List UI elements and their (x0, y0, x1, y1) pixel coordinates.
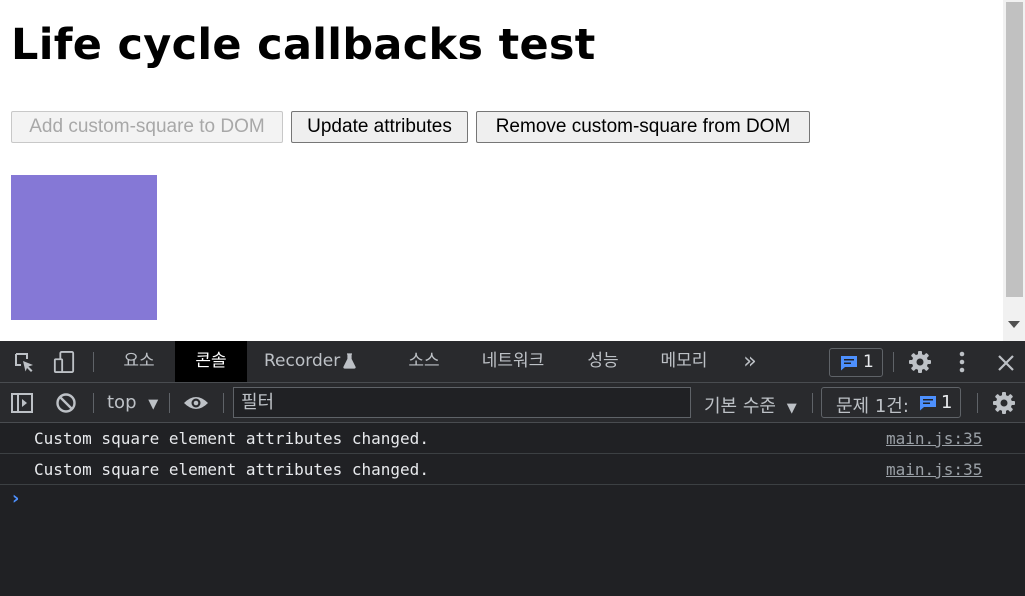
message-icon (920, 396, 936, 411)
device-toolbar-icon[interactable] (52, 351, 76, 373)
prompt-chevron-icon: › (12, 488, 20, 509)
toolbar-divider (93, 352, 94, 372)
console-source-link[interactable]: main.js:35 (886, 429, 982, 448)
issues-counter-button[interactable]: 문제 1건: 1 (821, 387, 961, 418)
console-message-row: Custom square element attributes changed… (0, 454, 1025, 485)
kebab-menu-icon[interactable] (952, 351, 972, 373)
chevron-down-icon: ▼ (148, 397, 159, 412)
remove-custom-square-button[interactable]: Remove custom-square from DOM (476, 111, 810, 143)
page-viewport: Life cycle callbacks test Add custom-squ… (0, 0, 1025, 341)
devtools-tab-bar: 요소 콘솔 Recorder 소스 네트워크 성능 메모리 » 1 (0, 341, 1025, 383)
console-toolbar: top ▼ 기본 수준 ▼ 문제 1건: 1 (0, 383, 1025, 423)
clear-console-icon[interactable] (55, 392, 77, 414)
show-sidebar-icon[interactable] (11, 392, 33, 414)
toolbar-divider (893, 352, 894, 372)
console-filter-input[interactable] (233, 387, 691, 418)
page-title: Life cycle callbacks test (11, 20, 596, 70)
toolbar-divider (977, 393, 978, 413)
custom-square (11, 175, 157, 320)
update-attributes-button[interactable]: Update attributes (291, 111, 468, 143)
console-log-area: Custom square element attributes changed… (0, 423, 1025, 515)
context-selector-value: top (107, 392, 137, 413)
log-level-selector[interactable]: 기본 수준 ▼ (704, 392, 797, 418)
experiment-flask-icon (343, 353, 356, 369)
more-tabs-icon[interactable]: » (738, 341, 762, 382)
add-custom-square-button[interactable]: Add custom-square to DOM (11, 111, 283, 143)
tab-recorder-label: Recorder (264, 351, 341, 371)
console-message-text: Custom square element attributes changed… (34, 429, 429, 448)
live-expression-eye-icon[interactable] (183, 393, 209, 413)
tab-console[interactable]: 콘솔 (175, 341, 247, 382)
toolbar-divider (223, 393, 224, 413)
tab-performance[interactable]: 성능 (570, 341, 636, 382)
log-level-value: 기본 수준 (704, 396, 776, 417)
gear-icon[interactable] (908, 350, 932, 374)
console-message-text: Custom square element attributes changed… (34, 460, 429, 479)
inspect-element-icon[interactable] (13, 351, 35, 373)
console-prompt[interactable]: › (0, 485, 1025, 515)
toolbar-divider (93, 393, 94, 413)
issues-label: 문제 1건: (836, 396, 909, 417)
chevron-down-icon: ▼ (786, 401, 797, 416)
devtools-panel: 요소 콘솔 Recorder 소스 네트워크 성능 메모리 » 1 top ▼ … (0, 341, 1025, 596)
console-message-row: Custom square element attributes changed… (0, 423, 1025, 454)
message-icon (841, 356, 857, 371)
tab-recorder[interactable]: Recorder (250, 341, 380, 382)
page-scrollbar-thumb[interactable] (1006, 2, 1023, 297)
toolbar-divider (812, 393, 813, 413)
tab-elements[interactable]: 요소 (104, 341, 174, 382)
scroll-down-arrow-icon[interactable] (1008, 321, 1020, 328)
page-scrollbar[interactable] (1003, 0, 1025, 341)
toolbar-divider (169, 393, 170, 413)
tab-network[interactable]: 네트워크 (466, 341, 560, 382)
messages-badge[interactable]: 1 (829, 348, 883, 377)
messages-count: 1 (863, 352, 874, 372)
tab-sources[interactable]: 소스 (389, 341, 459, 382)
console-source-link[interactable]: main.js:35 (886, 460, 982, 479)
close-icon[interactable] (996, 351, 1016, 373)
tab-memory[interactable]: 메모리 (647, 341, 721, 382)
context-selector[interactable]: top ▼ (107, 392, 158, 413)
issues-count: 1 (941, 392, 953, 413)
console-settings-gear-icon[interactable] (992, 391, 1016, 415)
